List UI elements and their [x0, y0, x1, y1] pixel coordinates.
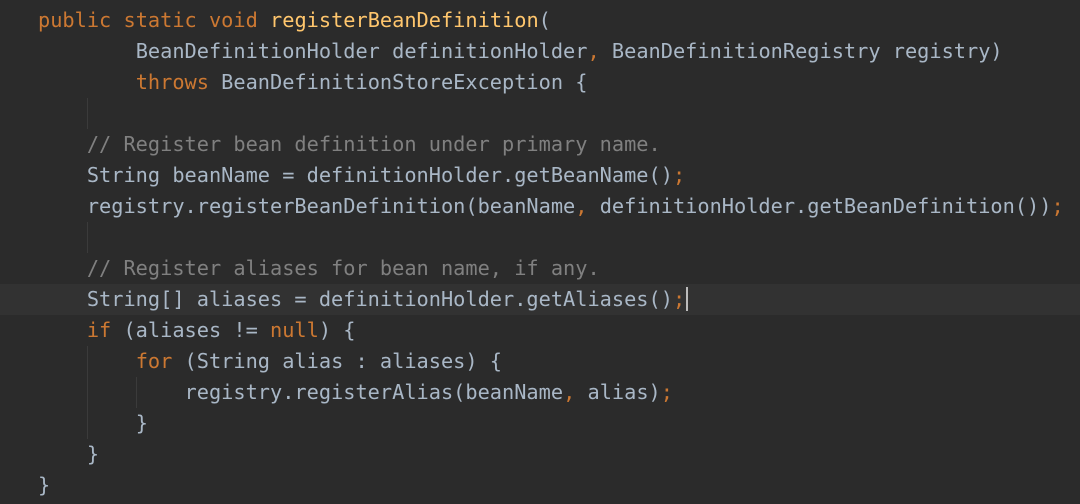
indent-guide	[86, 222, 88, 253]
indentation	[38, 70, 136, 94]
code-line[interactable]: }	[0, 408, 1080, 439]
indentation	[38, 380, 185, 404]
code-token: definitionHolder.getBeanDefinition())	[587, 194, 1052, 218]
indentation	[38, 287, 87, 311]
keyword-token: ;	[672, 287, 686, 311]
code-line[interactable]	[0, 98, 1080, 129]
code-token: registry.registerAlias(beanName	[184, 380, 564, 404]
code-line[interactable]: }	[0, 439, 1080, 470]
code-line[interactable]: registry.registerBeanDefinition(beanName…	[0, 191, 1080, 222]
keyword-token: ;	[672, 163, 686, 187]
code-line[interactable]: String[] aliases = definitionHolder.getA…	[0, 284, 1080, 315]
code-token: }	[135, 411, 148, 435]
keyword-token: ;	[660, 380, 673, 404]
code-token: }	[38, 473, 51, 497]
code-token: (String alias : aliases) {	[172, 349, 503, 373]
code-line[interactable]: throws BeanDefinitionStoreException {	[0, 67, 1080, 98]
code-line[interactable]: registry.registerAlias(beanName, alias);	[0, 377, 1080, 408]
indentation	[38, 132, 87, 156]
keyword-token: ,	[563, 380, 576, 404]
code-line[interactable]: public static void registerBeanDefinitio…	[0, 5, 1080, 36]
code-token: (aliases !=	[111, 318, 271, 342]
indent-guide	[86, 346, 88, 377]
code-token: alias)	[575, 380, 661, 404]
keyword-token: void	[208, 8, 258, 32]
indent-guide	[135, 377, 137, 408]
indent-guide	[86, 98, 88, 129]
keyword-token: ,	[575, 194, 588, 218]
keyword-token: static	[123, 8, 197, 32]
keyword-token: ;	[1051, 194, 1064, 218]
code-editor[interactable]: public static void registerBeanDefinitio…	[0, 0, 1080, 504]
code-line[interactable]: for (String alias : aliases) {	[0, 346, 1080, 377]
keyword-token: for	[135, 349, 173, 373]
code-token: String[] aliases = definitionHolder.getA…	[86, 287, 673, 311]
indentation	[38, 163, 87, 187]
indent-guide	[86, 408, 88, 439]
indentation	[38, 194, 87, 218]
code-token: BeanDefinitionStoreException {	[208, 70, 588, 94]
code-line[interactable]: // Register aliases for bean name, if an…	[0, 253, 1080, 284]
text-cursor	[686, 287, 689, 311]
keyword-token: ,	[587, 39, 600, 63]
keyword-token: if	[86, 318, 112, 342]
code-line[interactable]: }	[0, 470, 1080, 501]
code-line[interactable]: // Register bean definition under primar…	[0, 129, 1080, 160]
code-line[interactable]: String beanName = definitionHolder.getBe…	[0, 160, 1080, 191]
comment-token: // Register aliases for bean name, if an…	[86, 256, 600, 280]
indentation	[38, 39, 136, 63]
comment-token: // Register bean definition under primar…	[86, 132, 661, 156]
code-token: BeanDefinitionRegistry registry)	[599, 39, 1003, 63]
code-token: }	[86, 442, 100, 466]
keyword-token: throws	[135, 70, 209, 94]
code-line[interactable]: if (aliases != null) {	[0, 315, 1080, 346]
code-token: registry.registerBeanDefinition(beanName	[86, 194, 576, 218]
indentation	[38, 256, 87, 280]
code-token: (	[538, 8, 551, 32]
indentation	[38, 318, 87, 342]
code-token: String beanName = definitionHolder.getBe…	[86, 163, 673, 187]
indent-guide	[86, 377, 88, 408]
code-token: ) {	[318, 318, 356, 342]
method-name-token: registerBeanDefinition	[270, 8, 539, 32]
code-line[interactable]	[0, 222, 1080, 253]
keyword-token: null	[270, 318, 319, 342]
keyword-token: public	[38, 8, 112, 32]
code-line[interactable]: BeanDefinitionHolder definitionHolder, B…	[0, 36, 1080, 67]
code-token: BeanDefinitionHolder definitionHolder	[135, 39, 588, 63]
indentation	[38, 442, 87, 466]
